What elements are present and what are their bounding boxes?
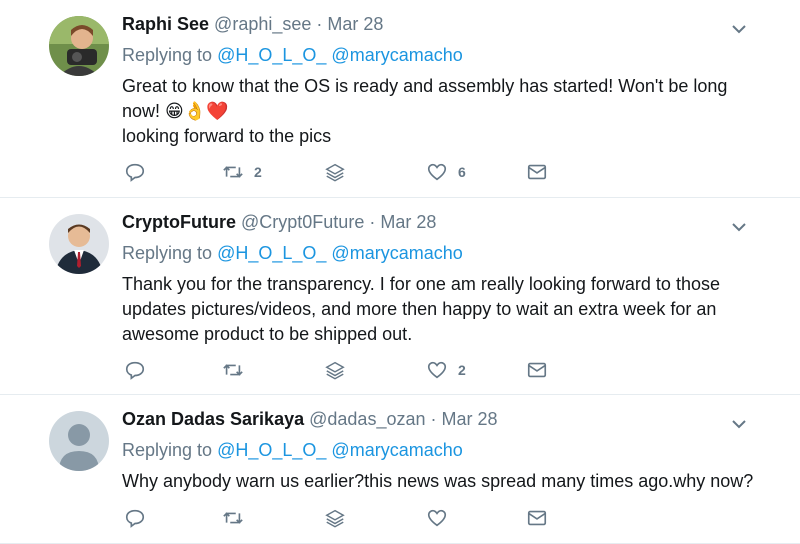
- tweet-header: Ozan Dadas Sarikaya @dadas_ozan · Mar 28: [122, 407, 770, 431]
- separator: ·: [430, 409, 437, 429]
- heart-icon: [427, 361, 447, 379]
- tweet[interactable]: Raphi See @raphi_see · Mar 28 Replying t…: [0, 0, 800, 198]
- reply-button[interactable]: [124, 159, 146, 185]
- layers-button[interactable]: [324, 357, 346, 383]
- reply-button[interactable]: [124, 505, 146, 531]
- mention-link[interactable]: @marycamacho: [331, 243, 462, 263]
- replying-to-label: Replying to: [122, 243, 213, 263]
- replying-to-label: Replying to: [122, 45, 213, 65]
- layers-icon: [325, 509, 345, 528]
- layers-button[interactable]: [324, 505, 346, 531]
- timestamp[interactable]: Mar 28: [380, 212, 436, 232]
- heart-icon: [427, 509, 447, 527]
- like-count: 2: [458, 362, 466, 378]
- reply-icon: [125, 509, 145, 528]
- direct-message-button[interactable]: [526, 159, 548, 185]
- display-name[interactable]: Ozan Dadas Sarikaya: [122, 409, 304, 429]
- retweet-button[interactable]: [222, 357, 254, 383]
- replying-to: Replying to @H_O_L_O_ @marycamacho: [122, 438, 770, 462]
- retweet-icon: [223, 166, 243, 178]
- timestamp[interactable]: Mar 28: [442, 409, 498, 429]
- retweet-count: 2: [254, 164, 262, 180]
- layers-button[interactable]: [324, 159, 346, 185]
- envelope-icon: [527, 510, 547, 526]
- avatar[interactable]: [49, 214, 109, 274]
- tweet-text: Great to know that the OS is ready and a…: [122, 74, 770, 149]
- user-handle[interactable]: @dadas_ozan: [309, 409, 425, 429]
- direct-message-button[interactable]: [526, 505, 548, 531]
- reply-button[interactable]: [124, 357, 146, 383]
- chevron-down-icon[interactable]: [730, 20, 748, 38]
- avatar[interactable]: [49, 16, 109, 76]
- layers-icon: [325, 361, 345, 380]
- replying-to-label: Replying to: [122, 440, 213, 460]
- like-button[interactable]: 2: [426, 357, 466, 383]
- timestamp[interactable]: Mar 28: [327, 14, 383, 34]
- mention-link[interactable]: @marycamacho: [331, 440, 462, 460]
- tweet-text: Thank you for the transparency. I for on…: [122, 274, 720, 344]
- tweet[interactable]: Ozan Dadas Sarikaya @dadas_ozan · Mar 28…: [0, 395, 800, 544]
- avatar-image: [49, 16, 109, 76]
- like-button[interactable]: [426, 505, 458, 531]
- user-handle[interactable]: @Crypt0Future: [241, 212, 364, 232]
- tweet-actions: 2 6: [124, 159, 554, 187]
- like-count: 6: [458, 164, 466, 180]
- chevron-down-icon[interactable]: [730, 415, 748, 433]
- replying-to: Replying to @H_O_L_O_ @marycamacho: [122, 241, 770, 265]
- retweet-icon: [223, 512, 243, 524]
- tweet[interactable]: CryptoFuture @Crypt0Future · Mar 28 Repl…: [0, 198, 800, 395]
- replying-to: Replying to @H_O_L_O_ @marycamacho: [122, 43, 770, 67]
- tweet-text: Why anybody warn us earlier?this news wa…: [122, 471, 754, 491]
- chevron-down-icon[interactable]: [730, 218, 748, 236]
- tweet-header: CryptoFuture @Crypt0Future · Mar 28: [122, 210, 770, 234]
- heart-icon: [427, 163, 447, 181]
- envelope-icon: [527, 164, 547, 180]
- tweet-actions: 2: [124, 357, 554, 385]
- direct-message-button[interactable]: [526, 357, 548, 383]
- tweet-header: Raphi See @raphi_see · Mar 28: [122, 12, 770, 36]
- retweet-button[interactable]: 2: [222, 159, 262, 185]
- mention-link[interactable]: @H_O_L_O_: [217, 440, 326, 460]
- mention-link[interactable]: @H_O_L_O_: [217, 45, 326, 65]
- separator: ·: [316, 14, 323, 34]
- display-name[interactable]: CryptoFuture: [122, 212, 236, 232]
- user-handle[interactable]: @raphi_see: [214, 14, 311, 34]
- tweet-actions: [124, 505, 554, 533]
- display-name[interactable]: Raphi See: [122, 14, 209, 34]
- envelope-icon: [527, 362, 547, 378]
- tweet-text-line: looking forward to the pics: [122, 126, 332, 146]
- separator: ·: [369, 212, 376, 232]
- mention-link[interactable]: @H_O_L_O_: [217, 243, 326, 263]
- emoji-group: 😁👌❤️: [165, 101, 229, 122]
- layers-icon: [325, 163, 345, 182]
- avatar-image: [49, 214, 109, 274]
- like-button[interactable]: 6: [426, 159, 466, 185]
- avatar[interactable]: [49, 411, 109, 471]
- retweet-icon: [223, 364, 243, 376]
- reply-icon: [125, 163, 145, 182]
- reply-icon: [125, 361, 145, 380]
- default-avatar-icon: [49, 411, 109, 471]
- retweet-button[interactable]: [222, 505, 254, 531]
- mention-link[interactable]: @marycamacho: [331, 45, 462, 65]
